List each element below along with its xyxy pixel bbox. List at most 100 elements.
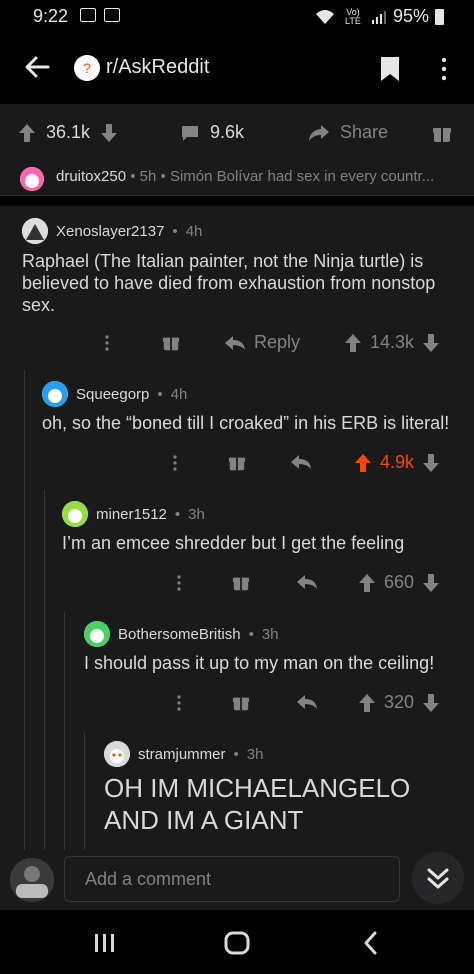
thread-line xyxy=(24,370,25,850)
reply-icon xyxy=(225,335,245,350)
add-comment-input[interactable]: Add a comment xyxy=(64,856,400,902)
comment-actions: 4.9k xyxy=(0,448,474,478)
vote-group: 14.3k xyxy=(344,332,440,353)
parent-username: druitox250 xyxy=(56,168,127,185)
post-comments-button[interactable]: 9.6k xyxy=(180,122,244,143)
comment-actions: 660 xyxy=(0,568,474,598)
comment-score: 4.9k xyxy=(380,452,415,472)
comment-body: Raphael (The Italian painter, not the Ni… xyxy=(22,251,436,315)
status-bar: 9:22 Vo) LTE 95% xyxy=(0,0,474,34)
comment-header: Xenoslayer2137 • 4h xyxy=(22,218,202,244)
upvote-icon[interactable] xyxy=(358,573,376,593)
app-header: ? r/AskReddit xyxy=(0,34,474,104)
vote-group: 4.9k xyxy=(354,452,440,473)
comment-username[interactable]: Squeegorp xyxy=(76,386,149,403)
avatar[interactable] xyxy=(104,741,130,767)
share-button[interactable]: Share xyxy=(308,122,388,143)
avatar[interactable] xyxy=(84,621,110,647)
system-nav-bar xyxy=(0,910,474,974)
bookmark-icon[interactable] xyxy=(380,56,400,82)
comment-age: 3h xyxy=(261,625,279,643)
comment-age: 4h xyxy=(185,222,203,240)
downvote-icon[interactable] xyxy=(422,573,440,593)
comment-age: 3h xyxy=(188,505,205,523)
comment-score: 14.3k xyxy=(370,332,415,352)
parent-age: 5h xyxy=(139,168,157,185)
recent-apps-icon[interactable] xyxy=(90,928,120,958)
comment-actions: 320 xyxy=(0,688,474,718)
vote-group: 320 xyxy=(358,692,440,713)
share-icon xyxy=(309,124,329,141)
comment-age: 4h xyxy=(170,385,188,403)
gmail-icon xyxy=(80,8,96,22)
avatar[interactable] xyxy=(62,501,88,527)
double-chevron-down-icon xyxy=(427,868,449,889)
user-avatar[interactable] xyxy=(10,858,54,902)
thread-line xyxy=(64,612,65,850)
thread-line xyxy=(44,490,45,850)
home-icon[interactable] xyxy=(222,928,252,958)
award-icon[interactable] xyxy=(162,334,180,352)
downvote-icon[interactable] xyxy=(100,123,118,143)
avatar[interactable] xyxy=(22,218,48,244)
translate-icon xyxy=(104,8,120,22)
comment-username[interactable]: miner1512 xyxy=(96,506,167,523)
post-comment-count: 9.6k xyxy=(210,122,245,142)
more-options-icon[interactable] xyxy=(172,454,178,472)
battery-percent: 95% xyxy=(392,6,429,26)
comment-username[interactable]: Xenoslayer2137 xyxy=(56,223,164,240)
comment-score: 320 xyxy=(384,692,415,712)
comment-age: 3h xyxy=(246,745,264,763)
more-options-icon[interactable] xyxy=(436,56,452,82)
avatar xyxy=(20,167,44,191)
add-comment-bar: Add a comment xyxy=(0,850,474,910)
comment-icon xyxy=(182,125,198,141)
comment-body: I should pass it up to my man on the cei… xyxy=(84,653,435,673)
comment-header: Squeegorp • 4h xyxy=(42,381,187,407)
comment-header: miner1512 • 3h xyxy=(62,501,205,527)
comment-username[interactable]: BothersomeBritish xyxy=(118,626,241,643)
comment-body: OH IM MICHAELANGELO AND IM A GIANT xyxy=(104,773,411,835)
award-icon[interactable] xyxy=(432,124,452,144)
upvote-icon[interactable] xyxy=(354,453,372,473)
more-options-icon[interactable] xyxy=(104,334,110,352)
downvote-icon[interactable] xyxy=(422,693,440,713)
avatar[interactable] xyxy=(42,381,68,407)
subreddit-title[interactable]: r/AskReddit xyxy=(106,56,209,79)
comment-body: oh, so the “boned till I croaked” in his… xyxy=(42,413,450,433)
comment-username[interactable]: stramjummer xyxy=(138,746,226,763)
comment-score: 660 xyxy=(384,572,415,592)
post-action-bar: 36.1k 9.6k Share xyxy=(0,104,474,164)
battery-icon xyxy=(435,8,444,25)
more-options-icon[interactable] xyxy=(176,574,182,592)
more-options-icon[interactable] xyxy=(176,694,182,712)
comment-body: I’m an emcee shredder but I get the feel… xyxy=(62,533,405,553)
comment-header: BothersomeBritish • 3h xyxy=(84,621,279,647)
parent-comment-text: druitox250 • 5h • Simón Bolívar had sex … xyxy=(56,168,435,185)
signal-icon xyxy=(371,10,386,24)
downvote-icon[interactable] xyxy=(422,333,440,353)
thread-line xyxy=(84,732,85,850)
upvote-icon[interactable] xyxy=(344,333,362,353)
post-score: 36.1k xyxy=(46,122,91,142)
reply-icon[interactable] xyxy=(296,694,318,710)
system-back-icon[interactable] xyxy=(356,928,386,958)
network-label: Vo) LTE xyxy=(345,6,361,26)
reply-icon[interactable] xyxy=(290,454,312,470)
award-icon[interactable] xyxy=(232,574,250,592)
comment-header: stramjummer • 3h xyxy=(104,741,263,767)
reply-icon[interactable] xyxy=(296,574,318,590)
comment-actions: Reply 14.3k xyxy=(0,328,474,358)
collapse-thread-button[interactable] xyxy=(412,852,464,904)
back-arrow-icon[interactable] xyxy=(22,52,52,82)
reply-button[interactable]: Reply xyxy=(224,332,300,353)
parent-comment-preview[interactable]: druitox250 • 5h • Simón Bolívar had sex … xyxy=(0,164,474,196)
downvote-icon[interactable] xyxy=(422,453,440,473)
award-icon[interactable] xyxy=(232,694,250,712)
parent-snippet: Simón Bolívar had sex in every countr... xyxy=(169,168,435,185)
upvote-icon[interactable] xyxy=(18,123,36,143)
upvote-icon[interactable] xyxy=(358,693,376,713)
subreddit-avatar[interactable]: ? xyxy=(74,55,100,81)
award-icon[interactable] xyxy=(228,454,246,472)
vote-group: 660 xyxy=(358,572,440,593)
